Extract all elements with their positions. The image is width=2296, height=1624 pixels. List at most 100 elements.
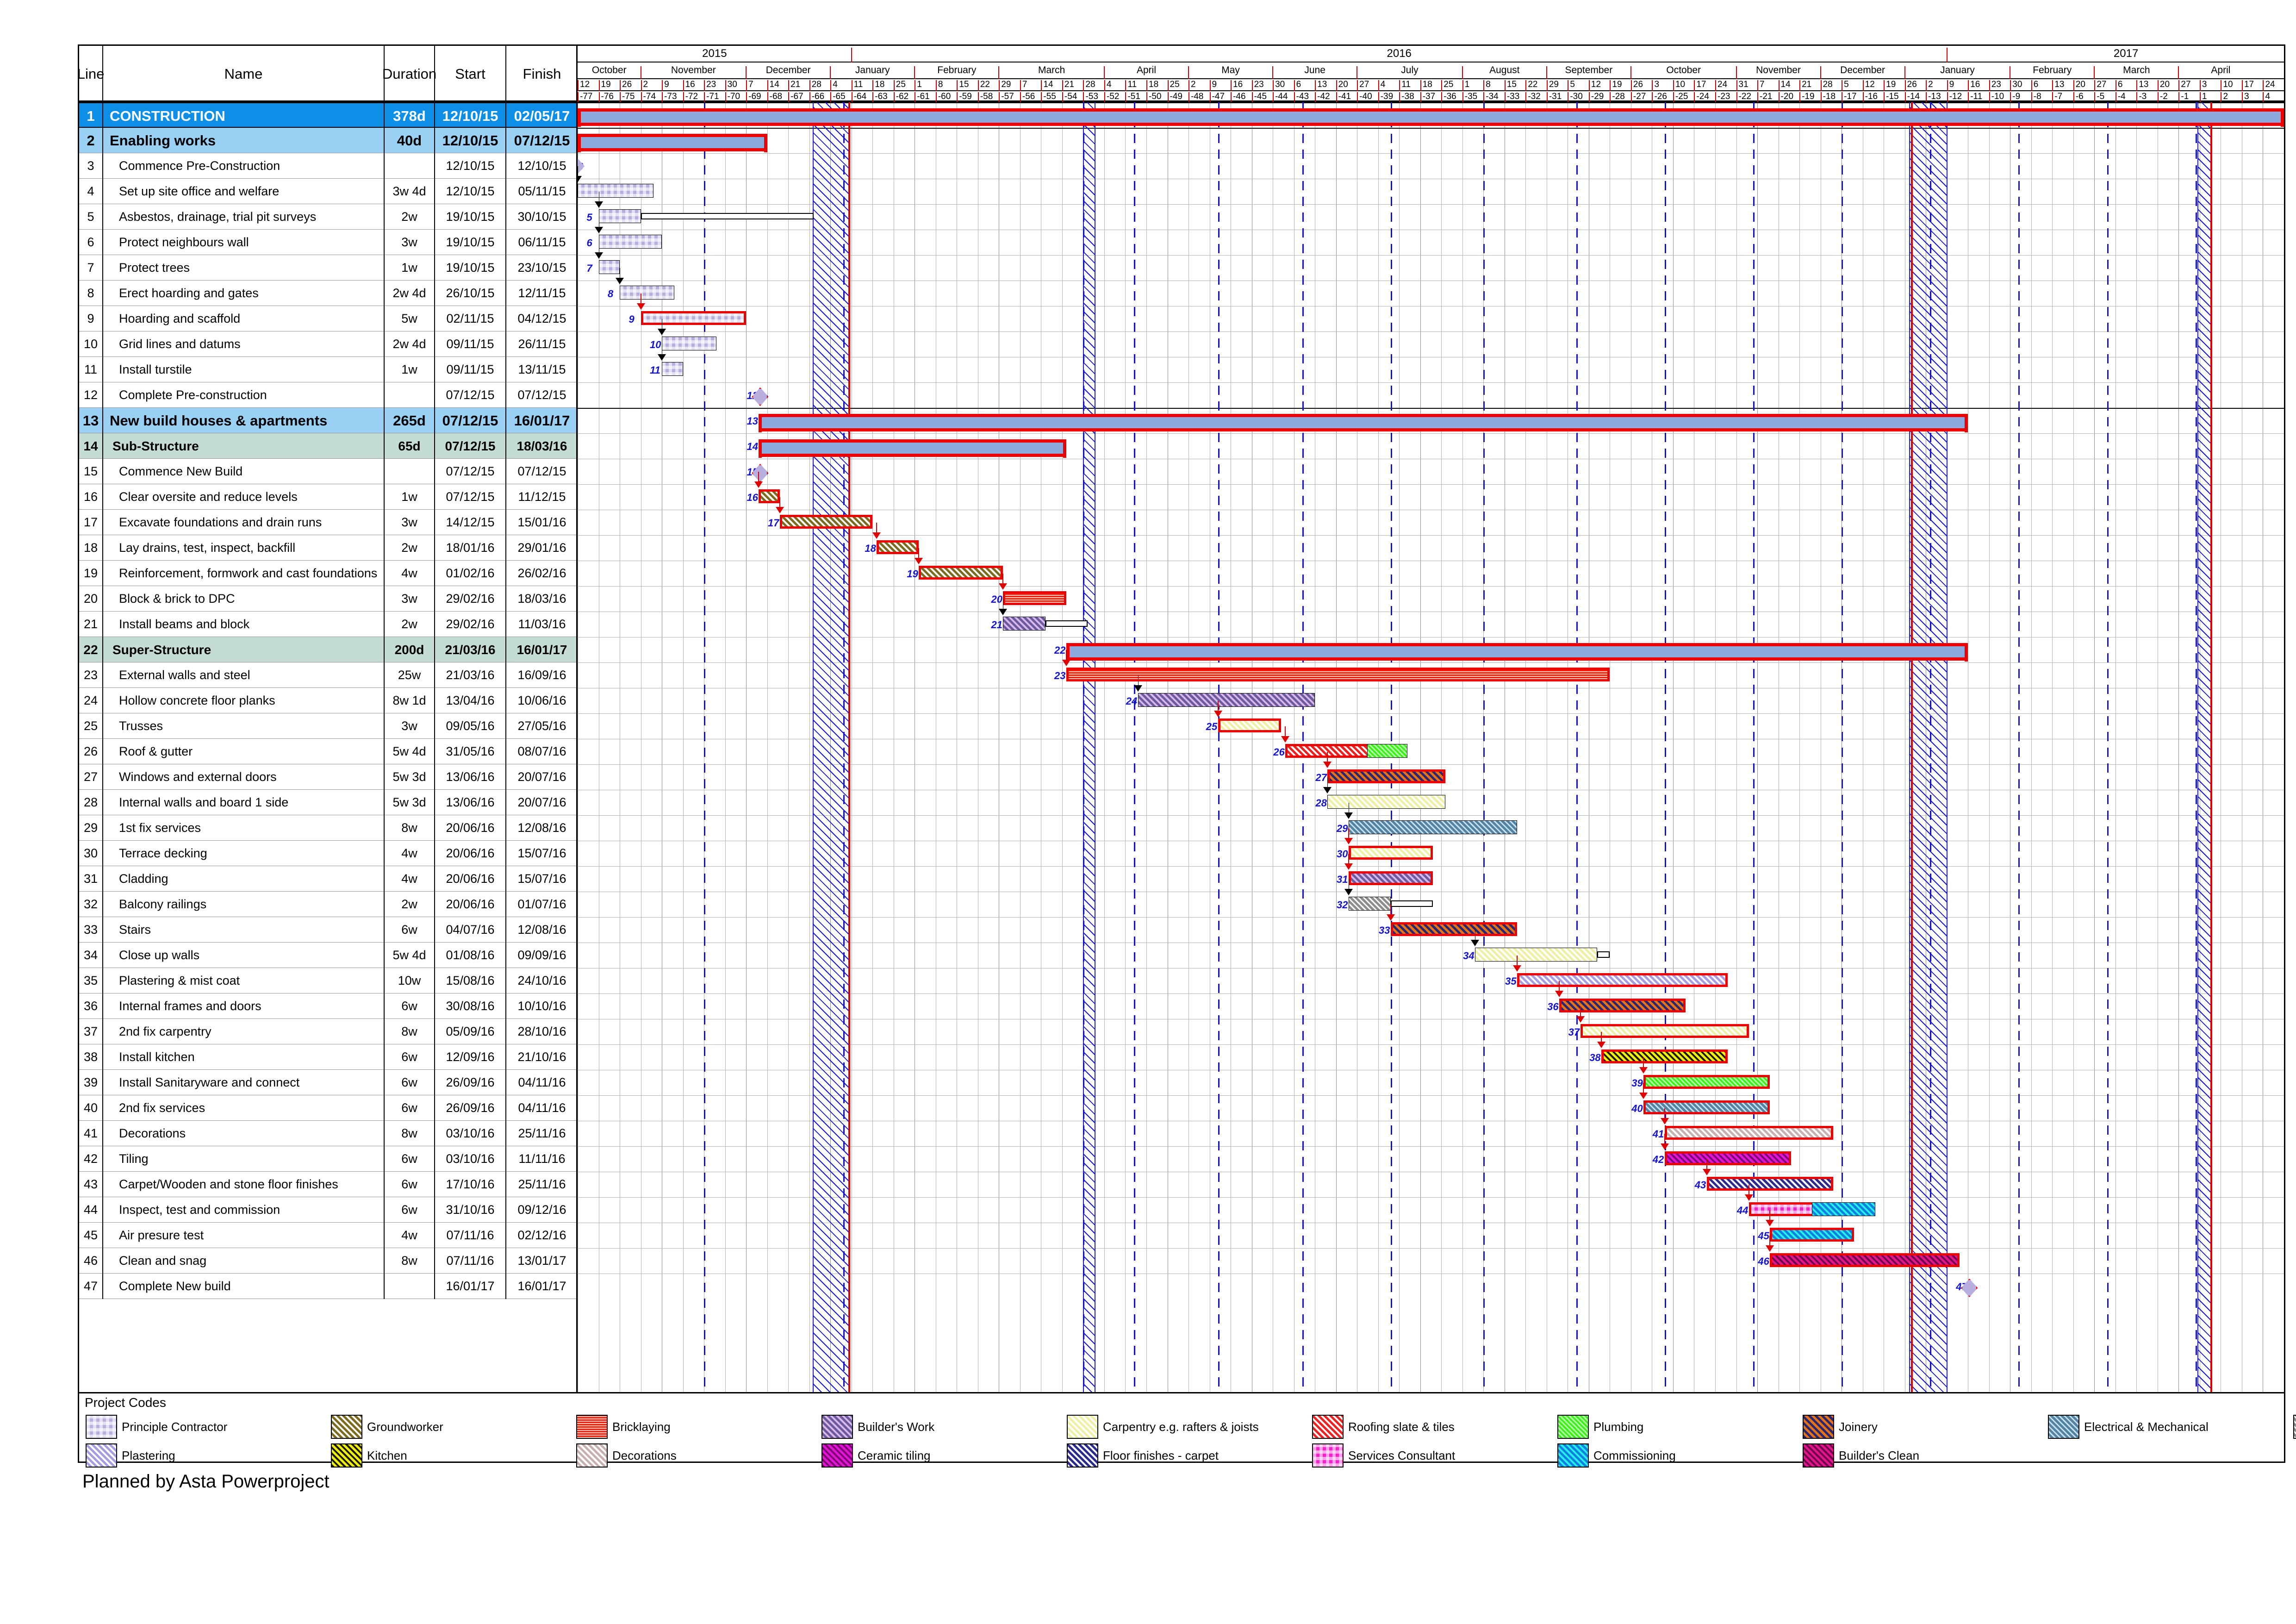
task-bar[interactable] (1003, 617, 1045, 631)
table-row[interactable]: 39 Install Sanitaryware and connect 6w 26/0… (79, 1070, 576, 1095)
task-bar[interactable] (877, 540, 919, 554)
table-row[interactable]: 20 Block & brick to DPC 3w 29/02/16 18/03/16 (79, 586, 576, 612)
timeline-week-label: -3 (2139, 92, 2147, 101)
task-bar[interactable] (779, 515, 873, 529)
row-finish-date: 02/05/17 (514, 107, 570, 124)
table-row[interactable]: 32 Balcony railings 2w 20/06/16 01/07/16 (79, 892, 576, 917)
table-row[interactable]: 30 Terrace decking 4w 20/06/16 15/07/16 (79, 841, 576, 866)
task-bar[interactable] (641, 311, 747, 325)
table-row[interactable]: 22 Super-Structure 200d 21/03/16 16/01/17 (79, 637, 576, 662)
table-row[interactable]: 31 Cladding 4w 20/06/16 15/07/16 (79, 866, 576, 892)
table-row[interactable]: 6 Protect neighbours wall 3w 19/10/15 06/11/… (79, 230, 576, 255)
table-row[interactable]: 37 2nd fix carpentry 8w 05/09/16 28/10/16 (79, 1019, 576, 1044)
task-bar[interactable] (620, 286, 675, 300)
table-row[interactable]: 45 Air presure test 4w 07/11/16 02/12/16 (79, 1223, 576, 1248)
task-bar[interactable] (1643, 1075, 1770, 1089)
table-row[interactable]: 24 Hollow concrete floor planks 8w 1d 13/04… (79, 688, 576, 713)
table-row[interactable]: 19 Reinforcement, formwork and cast found… (79, 561, 576, 586)
task-bar-secondary-code[interactable] (1367, 744, 1408, 758)
task-bar[interactable] (1643, 1100, 1770, 1114)
task-bar[interactable] (1218, 718, 1282, 732)
task-bar[interactable] (759, 489, 780, 503)
table-row[interactable]: 7 Protect trees 1w 19/10/15 23/10/15 (79, 255, 576, 281)
summary-bar[interactable] (759, 414, 1968, 431)
table-row[interactable]: 17 Excavate foundations and drain runs 3w 1… (79, 510, 576, 535)
task-bar[interactable] (1706, 1177, 1833, 1191)
task-bar[interactable] (1770, 1253, 1960, 1267)
task-bar[interactable] (1348, 897, 1391, 911)
summary-bar[interactable] (759, 439, 1067, 457)
dependency-arrow (1639, 1067, 1648, 1074)
summary-bar[interactable] (578, 108, 2284, 126)
table-row[interactable]: 10 Grid lines and datums 2w 4d 09/11/15 26/1… (79, 331, 576, 357)
task-bar[interactable] (1348, 846, 1433, 860)
task-bar[interactable] (662, 362, 683, 376)
task-bar[interactable] (598, 235, 662, 249)
table-row[interactable]: 35 Plastering & mist coat 10w 15/08/16 24/10… (79, 968, 576, 993)
task-bar[interactable] (1327, 769, 1446, 783)
table-row[interactable]: 26 Roof & gutter 5w 4d 31/05/16 08/07/16 (79, 739, 576, 764)
table-row[interactable]: 18 Lay drains, test, inspect, backfill 2w 1… (79, 535, 576, 561)
row-task-name: Install kitchen (103, 1044, 385, 1070)
task-bar[interactable] (1580, 1024, 1749, 1038)
table-row[interactable]: 29 1st fix services 8w 20/06/16 12/08/16 (79, 815, 576, 841)
row-start-date: 21/03/16 (435, 637, 506, 662)
table-row[interactable]: 13 New build houses & apartments 265d 07/12… (79, 408, 576, 433)
legend-label: Kitchen (367, 1448, 407, 1462)
table-row[interactable]: 5 Asbestos, drainage, trial pit surveys 2w… (79, 204, 576, 230)
task-bar[interactable] (1348, 820, 1518, 834)
row-line-number: 30 (79, 841, 103, 866)
task-bar[interactable] (598, 260, 620, 274)
table-row[interactable]: 43 Carpet/Wooden and stone floor finishes… (79, 1172, 576, 1197)
table-row[interactable]: 1 CONSTRUCTION 378d 12/10/15 02/05/17 (79, 102, 576, 129)
table-row[interactable]: 40 2nd fix services 6w 26/09/16 04/11/16 (79, 1095, 576, 1121)
table-row[interactable]: 42 Tiling 6w 03/10/16 11/11/16 (79, 1146, 576, 1172)
task-bar[interactable] (919, 566, 1003, 580)
table-row[interactable]: 36 Internal frames and doors 6w 30/08/16 10/… (79, 993, 576, 1019)
table-row[interactable]: 9 Hoarding and scaffold 5w 02/11/15 04/12/15 (79, 306, 576, 331)
table-row[interactable]: 46 Clean and snag 8w 07/11/16 13/01/17 (79, 1248, 576, 1274)
table-row[interactable]: 16 Clear oversite and reduce levels 1w 07/1… (79, 484, 576, 510)
task-bar[interactable] (662, 337, 717, 350)
summary-bar[interactable] (1066, 643, 1968, 661)
task-bar[interactable] (578, 184, 653, 198)
task-bar[interactable] (1664, 1151, 1791, 1165)
task-bar[interactable] (1559, 999, 1686, 1012)
summary-bar-cap (1965, 643, 1968, 662)
timeline-week-label: -32 (1528, 92, 1541, 101)
table-row[interactable]: 12 Complete Pre-construction 07/12/15 07/12… (79, 382, 576, 408)
table-row[interactable]: 23 External walls and steel 25w 21/03/16 16/… (79, 662, 576, 688)
task-bar[interactable] (1601, 1049, 1728, 1063)
table-row[interactable]: 14 Sub-Structure 65d 07/12/15 18/03/16 (79, 433, 576, 459)
table-row[interactable]: 4 Set up site office and welfare 3w 4d 12/1… (79, 179, 576, 204)
task-bar[interactable] (1066, 668, 1610, 681)
table-row[interactable]: 41 Decorations 8w 03/10/16 25/11/16 (79, 1121, 576, 1146)
task-bar[interactable] (598, 209, 641, 223)
table-row[interactable]: 15 Commence New Build 07/12/15 07/12/15 (79, 459, 576, 484)
summary-bar[interactable] (578, 134, 767, 151)
table-row[interactable]: 38 Install kitchen 6w 12/09/16 21/10/16 (79, 1044, 576, 1070)
table-row[interactable]: 34 Close up walls 5w 4d 01/08/16 09/09/16 (79, 943, 576, 968)
table-row[interactable]: 33 Stairs 6w 04/07/16 12/08/16 (79, 917, 576, 943)
table-row[interactable]: 11 Install turstile 1w 09/11/15 13/11/15 (79, 357, 576, 382)
task-bar[interactable] (1391, 922, 1518, 936)
task-bar[interactable] (1475, 948, 1598, 962)
table-row[interactable]: 28 Internal walls and board 1 side 5w 3d 13… (79, 790, 576, 815)
task-bar[interactable] (1348, 871, 1433, 885)
table-row[interactable]: 2 Enabling works 40d 12/10/15 07/12/15 (79, 128, 576, 153)
task-bar[interactable] (1138, 693, 1315, 707)
task-bar[interactable] (1664, 1126, 1833, 1140)
table-row[interactable]: 44 Inspect, test and commission 6w 31/10/16… (79, 1197, 576, 1223)
table-row[interactable]: 21 Install beams and block 2w 29/02/16 11/03… (79, 612, 576, 637)
task-bar-secondary-code[interactable] (1812, 1202, 1875, 1216)
timeline-day-label: 1 (1464, 80, 1470, 89)
table-row[interactable]: 25 Trusses 3w 09/05/16 27/05/16 (79, 713, 576, 739)
table-row[interactable]: 47 Complete New build 16/01/17 16/01/17 (79, 1274, 576, 1299)
task-bar[interactable] (1003, 591, 1067, 605)
task-bar[interactable] (1770, 1228, 1854, 1242)
task-bar[interactable] (1327, 795, 1446, 809)
table-row[interactable]: 3 Commence Pre-Construction 12/10/15 12/10/… (79, 153, 576, 179)
table-row[interactable]: 27 Windows and external doors 5w 3d 13/06/1… (79, 764, 576, 790)
task-bar[interactable] (1517, 973, 1728, 987)
table-row[interactable]: 8 Erect hoarding and gates 2w 4d 26/10/15 12… (79, 281, 576, 306)
